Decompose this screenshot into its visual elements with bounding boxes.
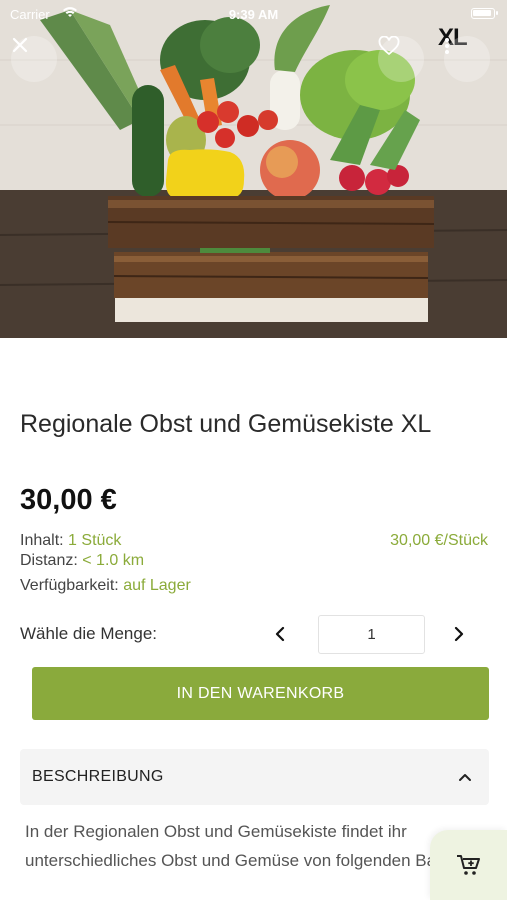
floating-cart-button[interactable] (430, 830, 507, 900)
battery-icon (471, 8, 498, 19)
content-info: Inhalt: 1 Stück (20, 532, 121, 550)
unit-price: 30,00 €/Stück (390, 532, 488, 549)
favorite-button[interactable] (378, 36, 424, 82)
quantity-input[interactable] (318, 615, 425, 654)
add-to-cart-icon (456, 855, 480, 875)
content-value: 1 Stück (68, 532, 122, 549)
more-vertical-icon (445, 38, 449, 54)
product-image: Carrier 9:39 AM XL (0, 0, 507, 338)
chevron-up-icon[interactable] (455, 767, 475, 787)
vegetable-crate-illustration (0, 0, 507, 338)
chevron-right-icon (454, 626, 464, 642)
distance-label: Distanz: (20, 552, 78, 569)
status-time: 9:39 AM (228, 7, 279, 22)
product-title: Regionale Obst und Gemüsekiste XL (20, 410, 432, 438)
heart-icon (378, 36, 400, 56)
more-options-button[interactable] (444, 36, 490, 82)
chevron-left-icon (275, 626, 285, 642)
availability-label: Verfügbarkeit: (20, 577, 119, 594)
distance-value: < 1.0 km (82, 552, 145, 569)
availability-info: Verfügbarkeit: auf Lager (20, 577, 191, 595)
close-icon (12, 37, 28, 53)
description-accordion-header[interactable]: BESCHREIBUNG (20, 749, 489, 805)
availability-value: auf Lager (123, 577, 191, 594)
add-to-cart-button[interactable]: IN DEN WARENKORB (32, 667, 489, 720)
description-text: In der Regionalen Obst und Gemüsekiste f… (25, 822, 475, 870)
distance-info: Distanz: < 1.0 km (20, 552, 144, 570)
description-title: BESCHREIBUNG (32, 768, 164, 785)
quantity-label: Wähle die Menge: (20, 624, 158, 643)
quantity-decrease-button[interactable] (266, 620, 294, 648)
close-button[interactable] (11, 36, 57, 82)
product-price: 30,00 € (20, 484, 117, 516)
quantity-increase-button[interactable] (445, 620, 473, 648)
status-bar: Carrier 9:39 AM (0, 0, 507, 28)
content-label: Inhalt: (20, 532, 64, 549)
